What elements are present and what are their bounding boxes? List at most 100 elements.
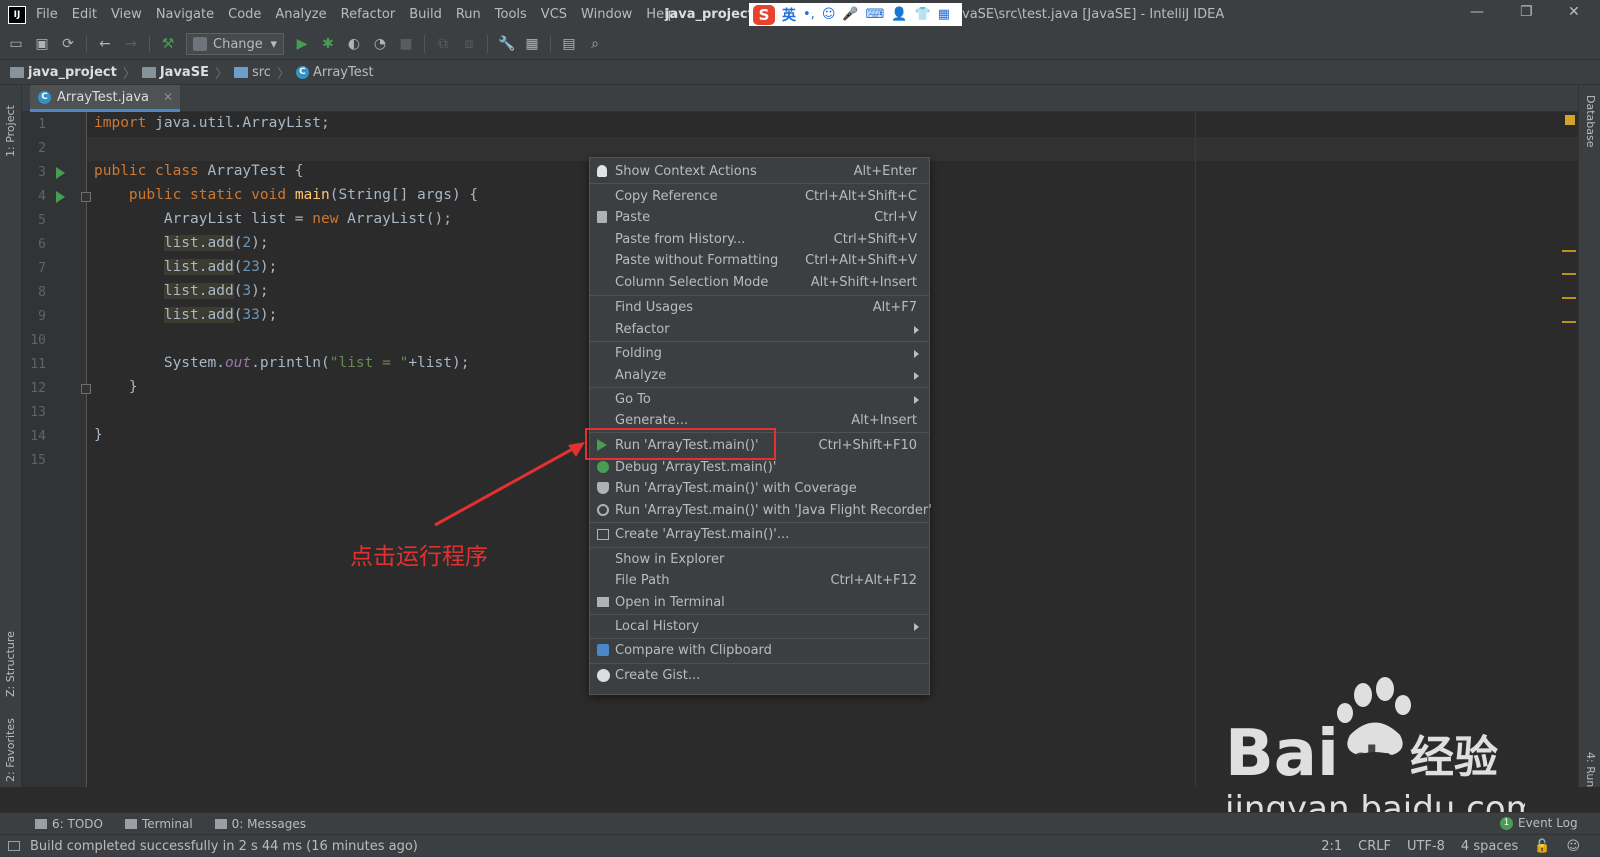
save-icon[interactable]: ▣ xyxy=(34,36,50,52)
menu-copy-reference[interactable]: Copy Reference Ctrl+Alt+Shift+C xyxy=(590,186,929,207)
menu-run[interactable]: Run xyxy=(456,7,481,22)
menu-tools[interactable]: Tools xyxy=(495,7,527,22)
run-configuration-select[interactable]: Change ▾ xyxy=(186,33,284,55)
ime-toolbox-icon[interactable]: ▦ xyxy=(938,7,950,22)
run-main-gutter-icon[interactable] xyxy=(56,191,65,203)
menu-refactor[interactable]: Refactor xyxy=(590,319,929,340)
event-log-button[interactable]: 1 Event Log xyxy=(1500,816,1578,830)
menu-go-to[interactable]: Go To xyxy=(590,389,929,410)
lock-icon[interactable]: 🔓 xyxy=(1534,839,1550,854)
terminal-window-icon[interactable]: ▤ xyxy=(561,36,577,52)
vcs-update-icon[interactable]: ⧉ xyxy=(435,36,451,52)
stop-icon[interactable]: ■ xyxy=(398,36,414,52)
ime-voice-icon[interactable]: 🎤 xyxy=(842,7,858,22)
menu-show-context-actions[interactable]: Show Context Actions Alt+Enter xyxy=(590,161,929,182)
ime-skin-icon[interactable]: 👕 xyxy=(915,7,931,22)
ime-emoji-icon[interactable]: ☺ xyxy=(822,7,836,22)
menu-code[interactable]: Code xyxy=(228,7,261,22)
menu-create-gist[interactable]: Create Gist... xyxy=(590,665,929,686)
menu-paste-without-formatting[interactable]: Paste without Formatting Ctrl+Alt+Shift+V xyxy=(590,250,929,271)
run-class-gutter-icon[interactable] xyxy=(56,167,65,179)
inspection-warning-icon[interactable] xyxy=(1565,115,1575,125)
menu-vcs[interactable]: VCS xyxy=(541,7,567,22)
back-arrow-icon[interactable]: ← xyxy=(97,36,113,52)
inspector-icon[interactable]: ☺ xyxy=(1566,839,1580,854)
breadcrumb-class[interactable]: C ArrayTest xyxy=(295,65,374,80)
forward-arrow-icon[interactable]: → xyxy=(123,36,139,52)
minimize-icon[interactable]: — xyxy=(1470,4,1484,20)
error-stripe-marker[interactable] xyxy=(1562,250,1576,252)
menu-build[interactable]: Build xyxy=(409,7,442,22)
database-tool-tab[interactable]: Database xyxy=(1584,95,1597,148)
tab-arraytest-java[interactable]: C ArrayTest.java ✕ xyxy=(30,85,180,112)
menu-view[interactable]: View xyxy=(111,7,142,22)
close-tab-icon[interactable]: ✕ xyxy=(163,90,173,104)
debug-bug-icon[interactable]: ✱ xyxy=(320,36,336,52)
menu-edit[interactable]: Edit xyxy=(72,7,97,22)
breadcrumb-src[interactable]: src xyxy=(233,65,271,80)
menu-run-with-flight-recorder[interactable]: Run 'ArrayTest.main()' with 'Java Flight… xyxy=(590,500,932,521)
tool-tab-messages[interactable]: 0: Messages xyxy=(214,817,306,831)
menu-paste[interactable]: Paste Ctrl+V xyxy=(590,207,929,228)
menu-compare-with-clipboard[interactable]: Compare with Clipboard xyxy=(590,640,929,661)
build-hammer-icon[interactable]: ⚒ xyxy=(160,36,176,52)
run-tool-tab[interactable]: 4: Run xyxy=(1584,752,1597,787)
line-separator[interactable]: CRLF xyxy=(1358,839,1391,854)
line-number: 5 xyxy=(38,213,46,228)
menu-analyze[interactable]: Analyze xyxy=(590,365,929,386)
menu-find-usages[interactable]: Find Usages Alt+F7 xyxy=(590,297,929,318)
intellij-app-icon[interactable]: IJ xyxy=(8,5,26,24)
error-stripe-marker[interactable] xyxy=(1562,273,1576,275)
menu-show-in-explorer[interactable]: Show in Explorer xyxy=(590,549,929,570)
run-icon[interactable]: ▶ xyxy=(294,36,310,52)
menu-folding[interactable]: Folding xyxy=(590,343,929,364)
project-structure-icon[interactable]: ▦ xyxy=(524,36,540,52)
close-icon[interactable]: ✕ xyxy=(1568,4,1580,20)
fold-marker-icon[interactable] xyxy=(81,192,91,202)
wrench-settings-icon[interactable]: 🔧 xyxy=(498,36,515,52)
breadcrumb-module[interactable]: JavaSE xyxy=(141,65,209,80)
structure-tool-tab[interactable]: Z: Structure xyxy=(4,631,17,697)
menu-run-with-coverage[interactable]: Run 'ArrayTest.main()' with Coverage xyxy=(590,478,929,499)
sogou-logo-icon[interactable]: S xyxy=(753,4,775,25)
menu-navigate[interactable]: Navigate xyxy=(156,7,214,22)
status-message[interactable]: Build completed successfully in 2 s 44 m… xyxy=(30,839,418,854)
file-encoding[interactable]: UTF-8 xyxy=(1407,839,1445,854)
search-icon[interactable]: ⌕ xyxy=(587,36,603,52)
tool-tab-terminal[interactable]: Terminal xyxy=(124,817,193,831)
menu-local-history[interactable]: Local History xyxy=(590,616,929,637)
tool-tab-todo[interactable]: 6: TODO xyxy=(35,817,103,831)
menu-analyze[interactable]: Analyze xyxy=(275,7,326,22)
toggle-tool-windows-icon[interactable] xyxy=(8,841,20,851)
ime-language-toggle[interactable]: 英 xyxy=(782,5,796,25)
ime-toolbar[interactable]: S 英 •, ☺ 🎤 ⌨ 👤 👕 ▦ xyxy=(749,3,962,26)
fold-marker-icon[interactable] xyxy=(81,384,91,394)
project-tool-tab[interactable]: 1: Project xyxy=(4,105,17,157)
vcs-commit-icon[interactable]: ⧈ xyxy=(461,36,477,52)
caret-position[interactable]: 2:1 xyxy=(1321,839,1342,854)
sync-icon[interactable]: ⟳ xyxy=(60,36,76,52)
restore-icon[interactable]: ❐ xyxy=(1520,4,1533,20)
code-line: public static void main(String[] args) { xyxy=(128,187,479,203)
favorites-tool-tab[interactable]: 2: Favorites xyxy=(4,718,17,782)
menu-window[interactable]: Window xyxy=(581,7,632,22)
menu-open-in-terminal[interactable]: Open in Terminal xyxy=(590,592,929,613)
profiler-icon[interactable]: ◔ xyxy=(372,36,388,52)
breadcrumb-project[interactable]: java_project xyxy=(10,65,117,80)
menu-create-run-config[interactable]: Create 'ArrayTest.main()'... xyxy=(590,524,929,545)
ime-keyboard-icon[interactable]: ⌨ xyxy=(866,7,885,22)
coverage-icon[interactable]: ◐ xyxy=(346,36,362,52)
project-folder-icon xyxy=(10,66,24,78)
indent-setting[interactable]: 4 spaces xyxy=(1461,839,1518,854)
menu-debug-main[interactable]: Debug 'ArrayTest.main()' xyxy=(590,457,929,478)
open-folder-icon[interactable]: ▭ xyxy=(8,36,24,52)
error-stripe-marker[interactable] xyxy=(1562,297,1576,299)
menu-file[interactable]: File xyxy=(36,7,58,22)
menu-file-path[interactable]: File Path Ctrl+Alt+F12 xyxy=(590,570,929,591)
ime-user-icon[interactable]: 👤 xyxy=(891,7,907,22)
menu-refactor[interactable]: Refactor xyxy=(341,7,396,22)
menu-paste-from-history[interactable]: Paste from History... Ctrl+Shift+V xyxy=(590,229,929,250)
ime-punctuation-icon[interactable]: •, xyxy=(803,7,815,22)
error-stripe-marker[interactable] xyxy=(1562,321,1576,323)
menu-column-selection-mode[interactable]: Column Selection Mode Alt+Shift+Insert xyxy=(590,272,929,293)
